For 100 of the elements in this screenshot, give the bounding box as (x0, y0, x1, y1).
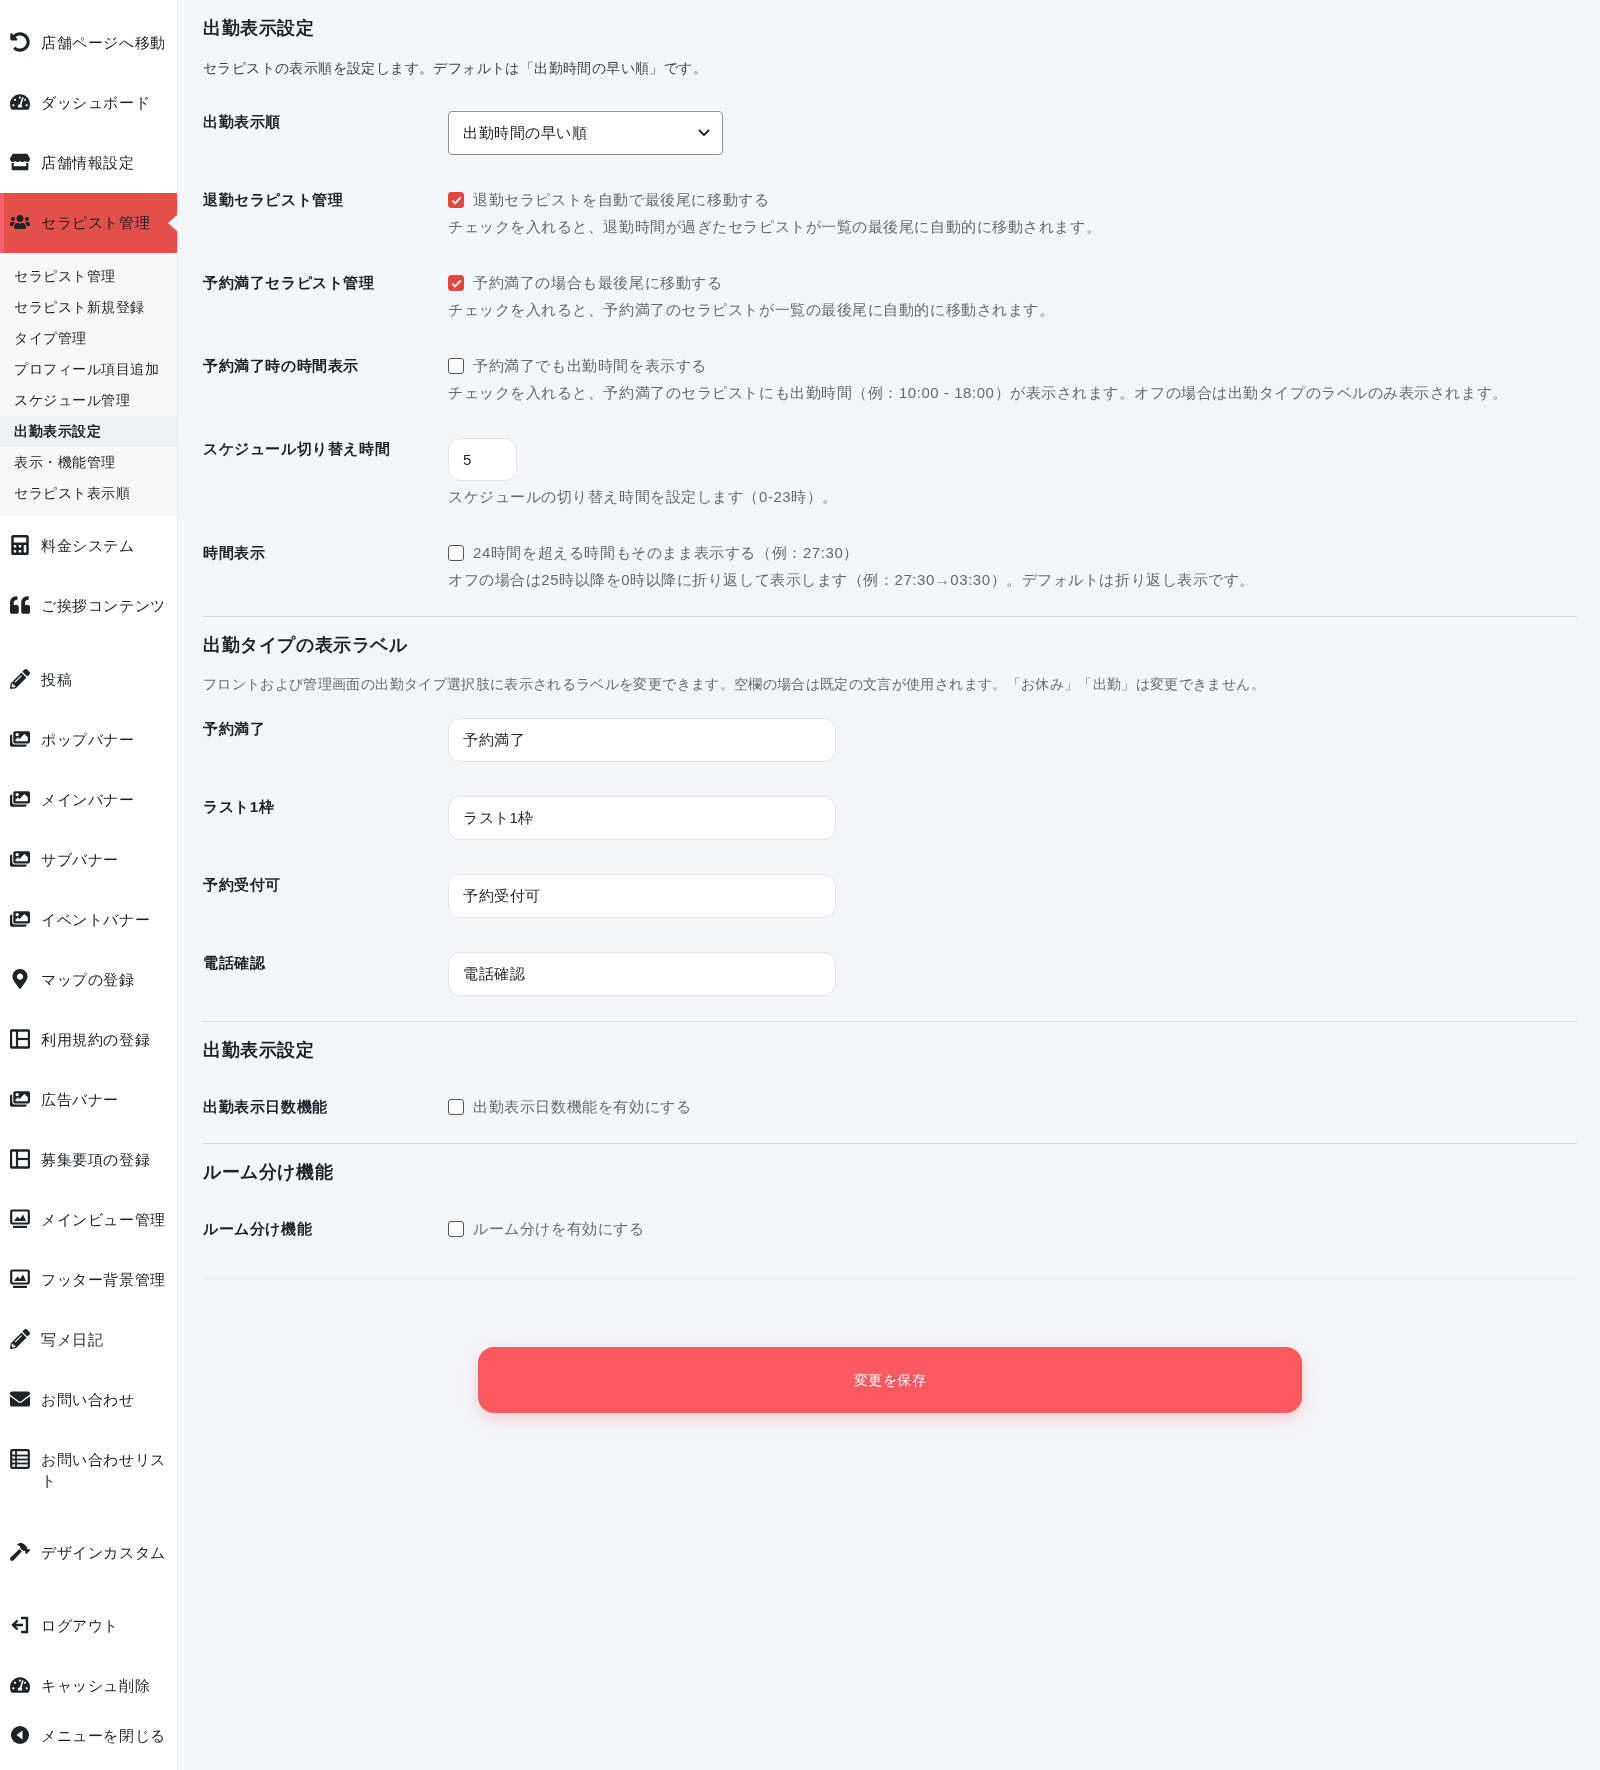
submenu-item[interactable]: 表示・機能管理 (0, 447, 177, 478)
help-text: オフの場合は25時以降を0時以降に折り返して表示します（例：27:30→03:30）。デフォルトは折り返し表示です。 (448, 570, 1256, 590)
sort-order-select[interactable]: 出勤時間の早い順 (448, 111, 723, 155)
images-icon (10, 849, 30, 869)
collapse-circle-icon (10, 1725, 30, 1745)
pencil-icon (10, 669, 30, 689)
sidebar-item[interactable]: 広告バナー (0, 1070, 177, 1130)
sidebar-item[interactable]: フッター背景管理 (0, 1250, 177, 1310)
field-label: 出勤表示日数機能 (203, 1097, 329, 1117)
checkbox[interactable] (448, 545, 464, 561)
gauge-icon (10, 1675, 30, 1695)
help-text: チェックを入れると、予約満了のセラピストにも出勤時間（例：10:00 - 18:00）が表示されます。オフの場合は出勤タイプのラベルのみ表示されます。 (448, 383, 1509, 403)
submenu-item[interactable]: セラピスト管理 (0, 261, 177, 292)
sidebar-item[interactable]: ダッシュボード (0, 73, 177, 133)
exit-arrow-icon (10, 1615, 30, 1635)
checkbox[interactable] (448, 1099, 464, 1115)
sidebar-item[interactable]: 利用規約の登録 (0, 1010, 177, 1070)
checkbox-label[interactable]: ルーム分けを有効にする (473, 1218, 645, 1240)
checkbox-label[interactable]: 予約満了でも出勤時間を表示する (473, 355, 707, 377)
sidebar-item[interactable]: 店舗ページへ移動 (0, 13, 177, 73)
checkbox-label[interactable]: 出勤表示日数機能を有効にする (473, 1096, 692, 1118)
submenu-item[interactable]: 出勤表示設定 (0, 416, 177, 447)
sidebar-item[interactable]: メニューを閉じる (0, 1706, 177, 1766)
chevron-down-icon (698, 129, 710, 137)
sidebar-item[interactable]: キャッシュ削除 (0, 1656, 177, 1706)
label-input[interactable]: 予約受付可 (448, 874, 836, 918)
label-input[interactable]: 予約満了 (448, 718, 836, 762)
field-label: 出勤表示順 (203, 112, 282, 132)
help-text: チェックを入れると、予約満了のセラピストが一覧の最後尾に自動的に移動されます。 (448, 300, 1056, 320)
images-icon (10, 909, 30, 929)
checkbox-label[interactable]: 予約満了の場合も最後尾に移動する (473, 272, 723, 294)
envelope-icon (10, 1389, 30, 1409)
field-label: 予約受付可 (203, 875, 282, 895)
sidebar-item[interactable]: メインビュー管理 (0, 1190, 177, 1250)
section-title: 出勤表示設定 (203, 17, 316, 40)
submenu-item[interactable]: セラピスト表示順 (0, 478, 177, 509)
field-label: ラスト1枠 (203, 797, 276, 817)
field-label: 予約満了セラピスト管理 (203, 273, 376, 293)
field-label: 予約満了時の時間表示 (203, 356, 360, 376)
field-label: 予約満了 (203, 719, 267, 739)
checkmark-icon (450, 194, 462, 206)
help-text: チェックを入れると、退勤時間が過ぎたセラピストが一覧の最後尾に自動的に移動されます。 (448, 217, 1103, 237)
section-title: 出勤表示設定 (203, 1039, 316, 1062)
submenu-item[interactable]: タイプ管理 (0, 323, 177, 354)
submenu-item[interactable]: プロフィール項目追加 (0, 354, 177, 385)
section-title: 出勤タイプの表示ラベル (203, 634, 409, 657)
help-text: スケジュールの切り替え時間を設定します（0-23時）。 (448, 487, 839, 507)
images-icon (10, 729, 30, 749)
field-label: ルーム分け機能 (203, 1219, 314, 1239)
sidebar-item[interactable]: 店舗情報設定 (0, 133, 177, 193)
sidebar-item[interactable]: 料金システム (0, 516, 177, 576)
images-icon (10, 789, 30, 809)
checkbox[interactable] (448, 1221, 464, 1237)
monitor-icon (10, 1269, 30, 1289)
sidebar-item[interactable]: お問い合わせリスト (0, 1430, 177, 1523)
list-icon (10, 1449, 30, 1469)
layout-icon (10, 1149, 30, 1169)
sidebar-item[interactable]: セラピスト管理 (0, 193, 177, 253)
sidebar-item[interactable]: ご挨拶コンテンツ (0, 576, 177, 650)
checkbox[interactable] (448, 358, 464, 374)
field-label: 電話確認 (203, 953, 267, 973)
submenu-item[interactable]: スケジュール管理 (0, 385, 177, 416)
hammer-icon (10, 1542, 30, 1562)
submenu-item[interactable]: セラピスト新規登録 (0, 292, 177, 323)
section-title: ルーム分け機能 (203, 1161, 335, 1184)
section-description: セラピストの表示順を設定します。デフォルトは「出勤時間の早い順」です。 (203, 59, 708, 78)
sidebar-item[interactable]: サブバナー (0, 830, 177, 890)
quote-icon (10, 595, 30, 615)
checkbox[interactable] (448, 275, 464, 291)
sidebar-item[interactable]: イベントバナー (0, 890, 177, 950)
sidebar-item[interactable]: ポップバナー (0, 710, 177, 770)
checkbox-label[interactable]: 24時間を超える時間もそのまま表示する（例：27:30） (473, 542, 860, 564)
sidebar-item[interactable]: 写メ日記 (0, 1310, 177, 1370)
hour-input[interactable]: 5 (448, 438, 517, 481)
images-icon (10, 1089, 30, 1109)
store-icon (10, 152, 30, 172)
field-label: スケジュール切り替え時間 (203, 439, 392, 459)
people-icon (10, 212, 30, 232)
layout-icon (10, 1029, 30, 1049)
label-input[interactable]: ラスト1枠 (448, 796, 836, 840)
sidebar-item[interactable]: ログアウト (0, 1596, 177, 1656)
field-label: 退勤セラピスト管理 (203, 190, 345, 210)
label-input[interactable]: 電話確認 (448, 952, 836, 996)
checkbox[interactable] (448, 192, 464, 208)
monitor-icon (10, 1209, 30, 1229)
sidebar-item[interactable]: メインバナー (0, 770, 177, 830)
checkmark-icon (450, 277, 462, 289)
section-description: フロントおよび管理画面の出勤タイプ選択肢に表示されるラベルを変更できます。空欄の場合は既定の文言が使用されます。「お休み」「出勤」は変更できません。 (203, 675, 1266, 694)
undo-arrow-icon (10, 32, 30, 52)
field-label: 時間表示 (203, 543, 267, 563)
map-pin-icon (10, 969, 30, 989)
sidebar-item[interactable]: 投稿 (0, 650, 177, 710)
sidebar-item[interactable]: お問い合わせ (0, 1370, 177, 1430)
pencil-icon (10, 1329, 30, 1349)
checkbox-label[interactable]: 退勤セラピストを自動で最後尾に移動する (473, 189, 770, 211)
sidebar-item[interactable]: マップの登録 (0, 950, 177, 1010)
gauge-icon (10, 92, 30, 112)
sidebar-item[interactable]: 募集要項の登録 (0, 1130, 177, 1190)
sidebar-item[interactable]: デザインカスタム (0, 1523, 177, 1596)
calculator-icon (10, 535, 30, 555)
